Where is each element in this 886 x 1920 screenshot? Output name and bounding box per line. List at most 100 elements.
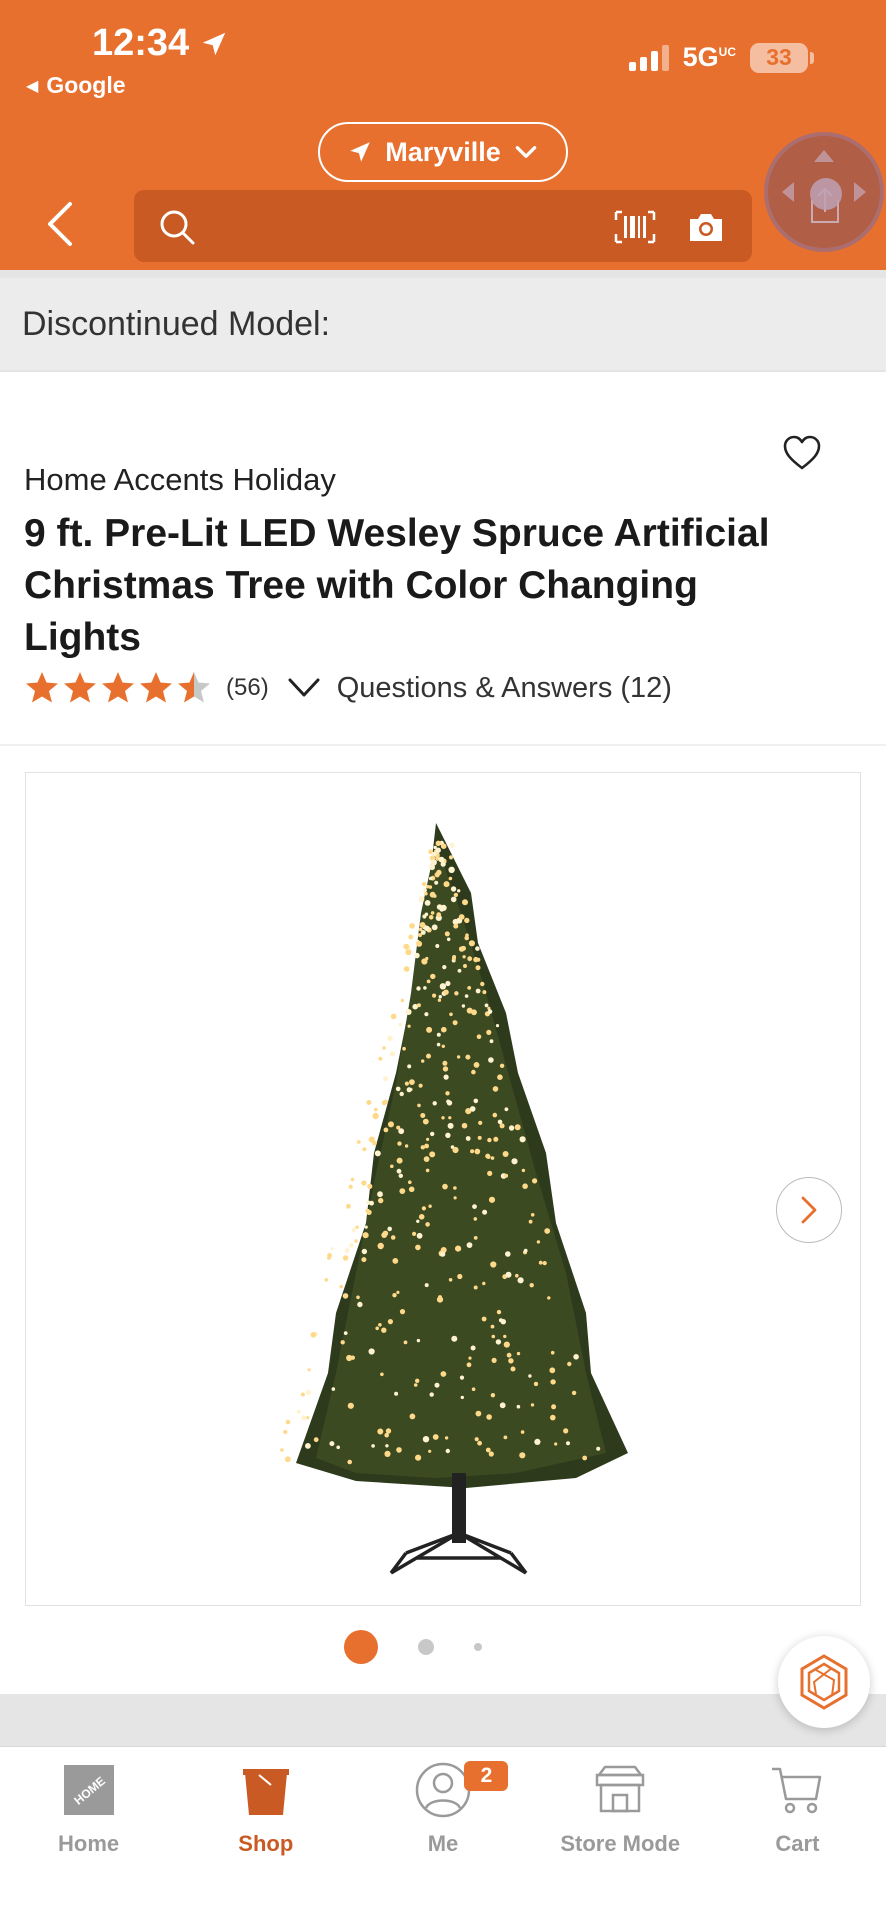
product-image-carousel[interactable] [25,772,861,1606]
tree-light [377,1428,384,1435]
tree-light [387,1319,393,1325]
person-icon [415,1762,471,1818]
tree-light [362,1147,367,1152]
tree-light [466,1362,472,1368]
tree-light [453,892,459,898]
pager-dot[interactable] [418,1639,434,1655]
camera-icon[interactable] [686,210,726,244]
tree-light [347,1459,352,1465]
tree-light [330,1247,334,1251]
star-rating[interactable] [24,670,212,706]
tree-light [442,1060,448,1066]
tree-light [428,1204,432,1208]
tree-light [399,1309,406,1315]
assistive-touch-overlay[interactable] [764,132,884,252]
review-count[interactable]: (56) [226,674,269,702]
tree-light [438,995,442,999]
tree-light [381,1327,387,1333]
back-triangle-icon: ◀ [26,77,39,95]
tree-light [508,1358,514,1364]
tree-light [441,1116,445,1120]
tree-light [416,986,421,991]
tree-light [351,1227,356,1233]
tree-light [547,1296,551,1300]
tree-light [426,1137,430,1141]
tree-light [418,1083,423,1088]
tree-light [445,980,451,987]
back-arrow-icon[interactable] [40,196,80,252]
tree-light [336,1445,340,1450]
tree-light [355,1225,359,1229]
chevron-down-icon[interactable] [287,676,321,700]
pager-dot-active[interactable] [344,1630,378,1664]
tree-light [454,991,459,996]
tab-me[interactable]: 2 Me [354,1747,531,1920]
tree-light [443,881,450,888]
tree-light [473,1098,479,1104]
tree-light [440,1251,446,1257]
home-depot-logo-icon: HOME [63,1765,114,1815]
next-image-button[interactable] [776,1177,842,1243]
tree-light [371,1444,375,1448]
tree-light [392,1293,397,1298]
tree-light [424,891,428,896]
notification-badge: 2 [464,1761,509,1791]
tree-light [431,924,438,931]
tree-light [485,1447,491,1453]
product-title: 9 ft. Pre-Lit LED Wesley Spruce Artifici… [24,512,770,659]
tab-home[interactable]: HOME Home [0,1747,177,1920]
heart-icon[interactable] [782,434,822,474]
tree-light [467,986,472,990]
tree-light [475,1410,482,1417]
search-bar[interactable] [134,190,752,262]
tree-light [313,1437,319,1443]
tree-light [452,1146,459,1154]
tree-light [471,1069,476,1075]
rating-row[interactable]: (56) Questions & Answers (12) [24,670,672,706]
tree-light [550,1350,555,1355]
tab-store-mode[interactable]: Store Mode [532,1747,709,1920]
tab-shop[interactable]: Shop [177,1747,354,1920]
tree-light [433,845,437,850]
product-brand[interactable]: Home Accents Holiday [24,462,336,498]
tree-light [280,1448,284,1452]
tree-light [421,958,428,965]
tree-light [408,1180,412,1184]
star-icon [102,672,134,703]
tree-light [339,1284,343,1289]
barcode-scan-icon[interactable] [614,210,656,244]
tree-light [514,1124,521,1131]
tab-label: Home [58,1831,120,1856]
back-to-google-link[interactable]: ◀ Google [26,72,126,99]
tree-light [445,1132,451,1138]
tree-light [468,1356,472,1360]
tree-light [390,1013,397,1020]
tree-light [420,1113,426,1118]
tree-light [465,1136,471,1141]
tree-light [350,1177,355,1182]
pager-dot[interactable] [474,1643,482,1651]
divider [0,744,886,746]
tree-light [378,1323,382,1327]
tree-light [563,1428,569,1434]
tree-light [388,1121,394,1128]
tab-cart[interactable]: Cart [709,1747,886,1920]
search-input[interactable] [212,202,632,250]
tree-light [448,866,455,873]
tree-light [346,1354,353,1362]
tree-light [530,1403,535,1407]
store-location-selector[interactable]: Maryville [318,122,568,182]
tree-light [461,1122,468,1129]
questions-answers-link[interactable]: Questions & Answers (12) [337,672,672,705]
tree-light [430,973,436,980]
tree-light [490,1156,495,1160]
chat-assistant-button[interactable] [778,1636,870,1728]
tree-light [357,1301,363,1308]
tree-light [307,1368,311,1372]
tree-light [499,1402,506,1409]
tree-light [436,1032,441,1037]
tree-light [428,1449,432,1453]
cellular-signal-icon [628,44,669,71]
tree-light [473,1062,480,1068]
tree-light [445,1448,450,1454]
